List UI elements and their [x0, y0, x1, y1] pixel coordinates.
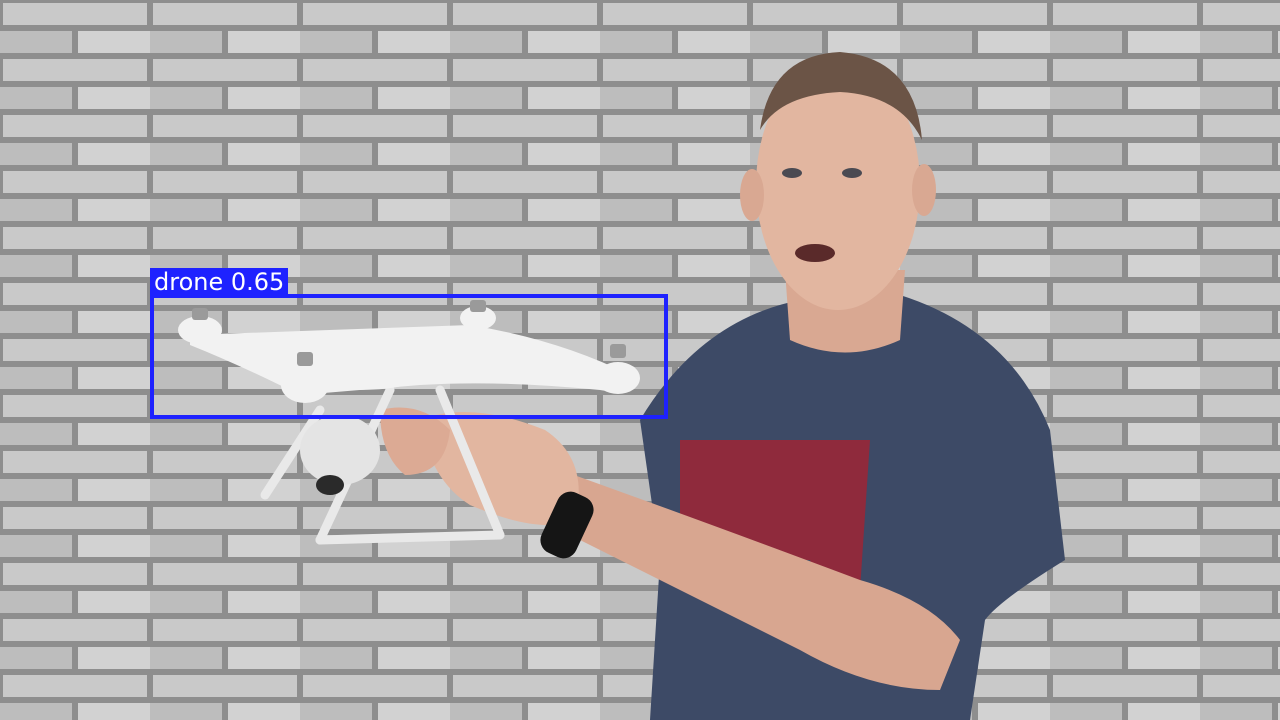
brick-wall [0, 0, 1280, 720]
photo-scene: drone 0.65 [0, 0, 1280, 720]
person-left-eye [782, 168, 802, 178]
person-mouth [795, 244, 835, 262]
person-left-ear [740, 169, 764, 221]
person-right-eye [842, 168, 862, 178]
photo-illustration [0, 0, 1280, 720]
drone-gimbal-camera [300, 415, 380, 485]
detection-label: drone 0.65 [150, 268, 289, 296]
person-right-ear [912, 164, 936, 216]
drone-camera-lens [316, 475, 344, 495]
